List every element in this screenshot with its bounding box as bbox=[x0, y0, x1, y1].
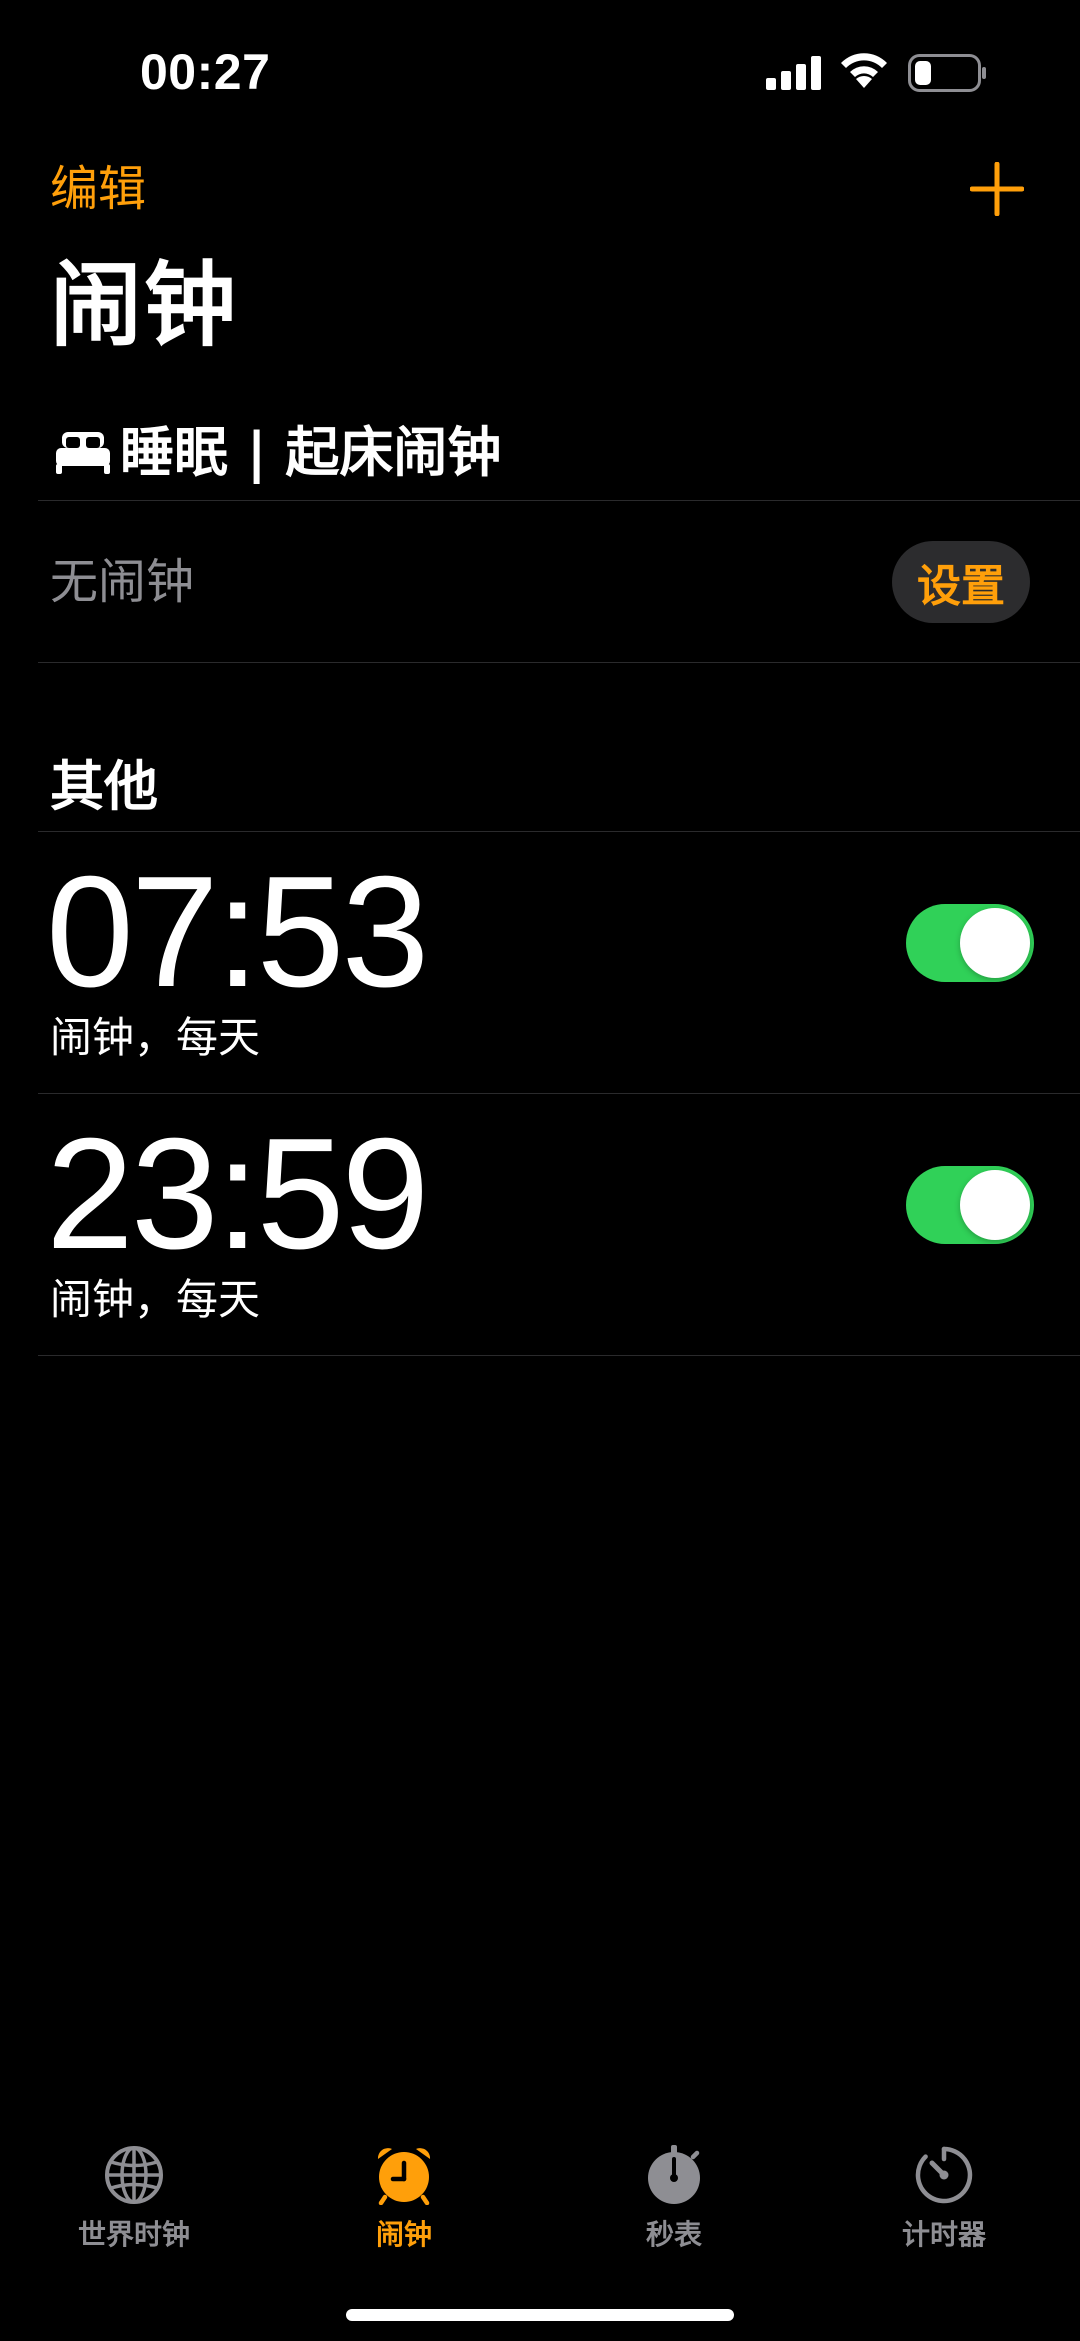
setup-button[interactable]: 设置 bbox=[892, 541, 1030, 623]
divider bbox=[38, 662, 1080, 663]
tab-stopwatch[interactable]: 秒表 bbox=[584, 2145, 764, 2265]
tab-label: 闹钟 bbox=[375, 2218, 432, 2251]
toggle-knob bbox=[960, 908, 1030, 978]
plus-icon[interactable] bbox=[970, 162, 1024, 216]
timer-icon bbox=[915, 2146, 973, 2204]
divider bbox=[38, 1093, 1080, 1094]
cellular-signal-icon bbox=[766, 56, 821, 90]
alarm-label: 闹钟，每天 bbox=[50, 1013, 261, 1062]
alarm-toggle[interactable] bbox=[906, 1166, 1034, 1244]
page-title: 闹钟 bbox=[50, 252, 239, 359]
toggle-knob bbox=[960, 1170, 1030, 1240]
divider bbox=[38, 831, 1080, 832]
globe-icon bbox=[105, 2146, 163, 2204]
home-indicator bbox=[346, 2309, 734, 2321]
status-bar-time: 00:27 bbox=[140, 44, 271, 100]
sleep-section-header: 睡眠 | 起床闹钟 bbox=[120, 421, 502, 484]
bed-icon bbox=[56, 432, 110, 474]
stopwatch-icon bbox=[648, 2145, 700, 2204]
tab-label: 秒表 bbox=[645, 2218, 702, 2251]
other-section-header: 其他 bbox=[50, 755, 158, 818]
battery-icon bbox=[908, 54, 986, 92]
tab-alarm[interactable]: 闹钟 bbox=[314, 2145, 494, 2265]
tab-world-clock[interactable]: 世界时钟 bbox=[44, 2145, 224, 2265]
alarm-clock-icon bbox=[377, 2148, 431, 2205]
divider bbox=[38, 500, 1080, 501]
no-alarm-text: 无闹钟 bbox=[50, 554, 195, 610]
alarm-time[interactable]: 23:59 bbox=[46, 1114, 429, 1274]
wifi-icon bbox=[841, 53, 887, 88]
edit-button[interactable]: 编辑 bbox=[50, 158, 146, 220]
alarm-toggle[interactable] bbox=[906, 904, 1034, 982]
tab-label: 计时器 bbox=[901, 2218, 986, 2251]
divider bbox=[38, 1355, 1080, 1356]
alarm-label: 闹钟，每天 bbox=[50, 1275, 261, 1324]
tab-timer[interactable]: 计时器 bbox=[854, 2145, 1034, 2265]
tab-label: 世界时钟 bbox=[77, 2218, 190, 2251]
alarm-time[interactable]: 07:53 bbox=[46, 852, 429, 1012]
